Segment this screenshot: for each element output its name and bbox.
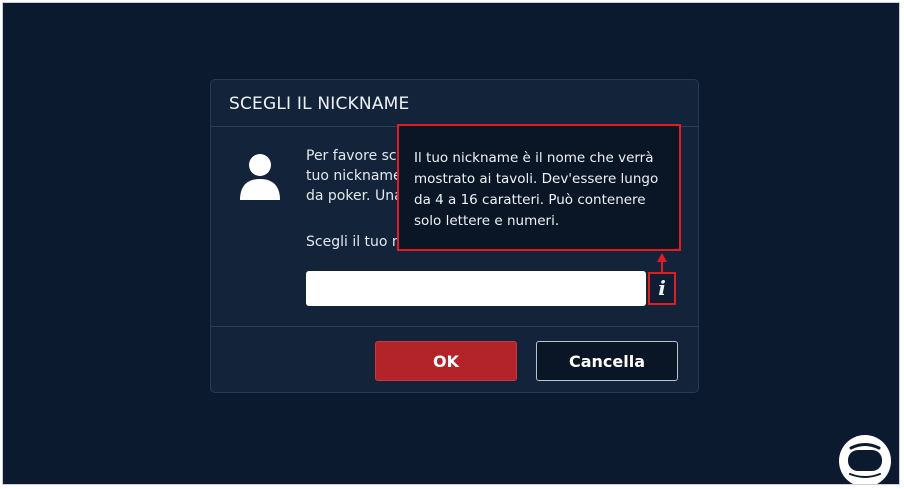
dialog-title: SCEGLI IL NICKNAME [229,94,410,114]
tooltip-line: solo lettere e numeri. [414,213,560,229]
tooltip-line: mostrato ai tavoli. Dev'essere lungo [414,171,659,187]
app-screen: SCEGLI IL NICKNAME Per favore sce tuo ni… [2,2,900,485]
user-avatar-icon [240,154,280,200]
tooltip-line: Il tuo nickname è il nome che verrà [414,150,654,166]
tooltip-line: da 4 a 16 caratteri. Può contenere [414,192,646,208]
nickname-prompt-label: Scegli il tuo n [306,234,401,250]
nickname-info-tooltip: Il tuo nickname è il nome che verrà most… [397,124,681,251]
chat-logo-icon[interactable] [839,435,891,484]
nickname-input[interactable] [306,271,646,306]
cancel-button[interactable]: Cancella [536,341,678,381]
footer-divider [211,326,698,327]
ok-button[interactable]: OK [375,341,517,381]
logo-shape-icon [848,443,882,478]
info-icon[interactable]: i [648,272,676,305]
